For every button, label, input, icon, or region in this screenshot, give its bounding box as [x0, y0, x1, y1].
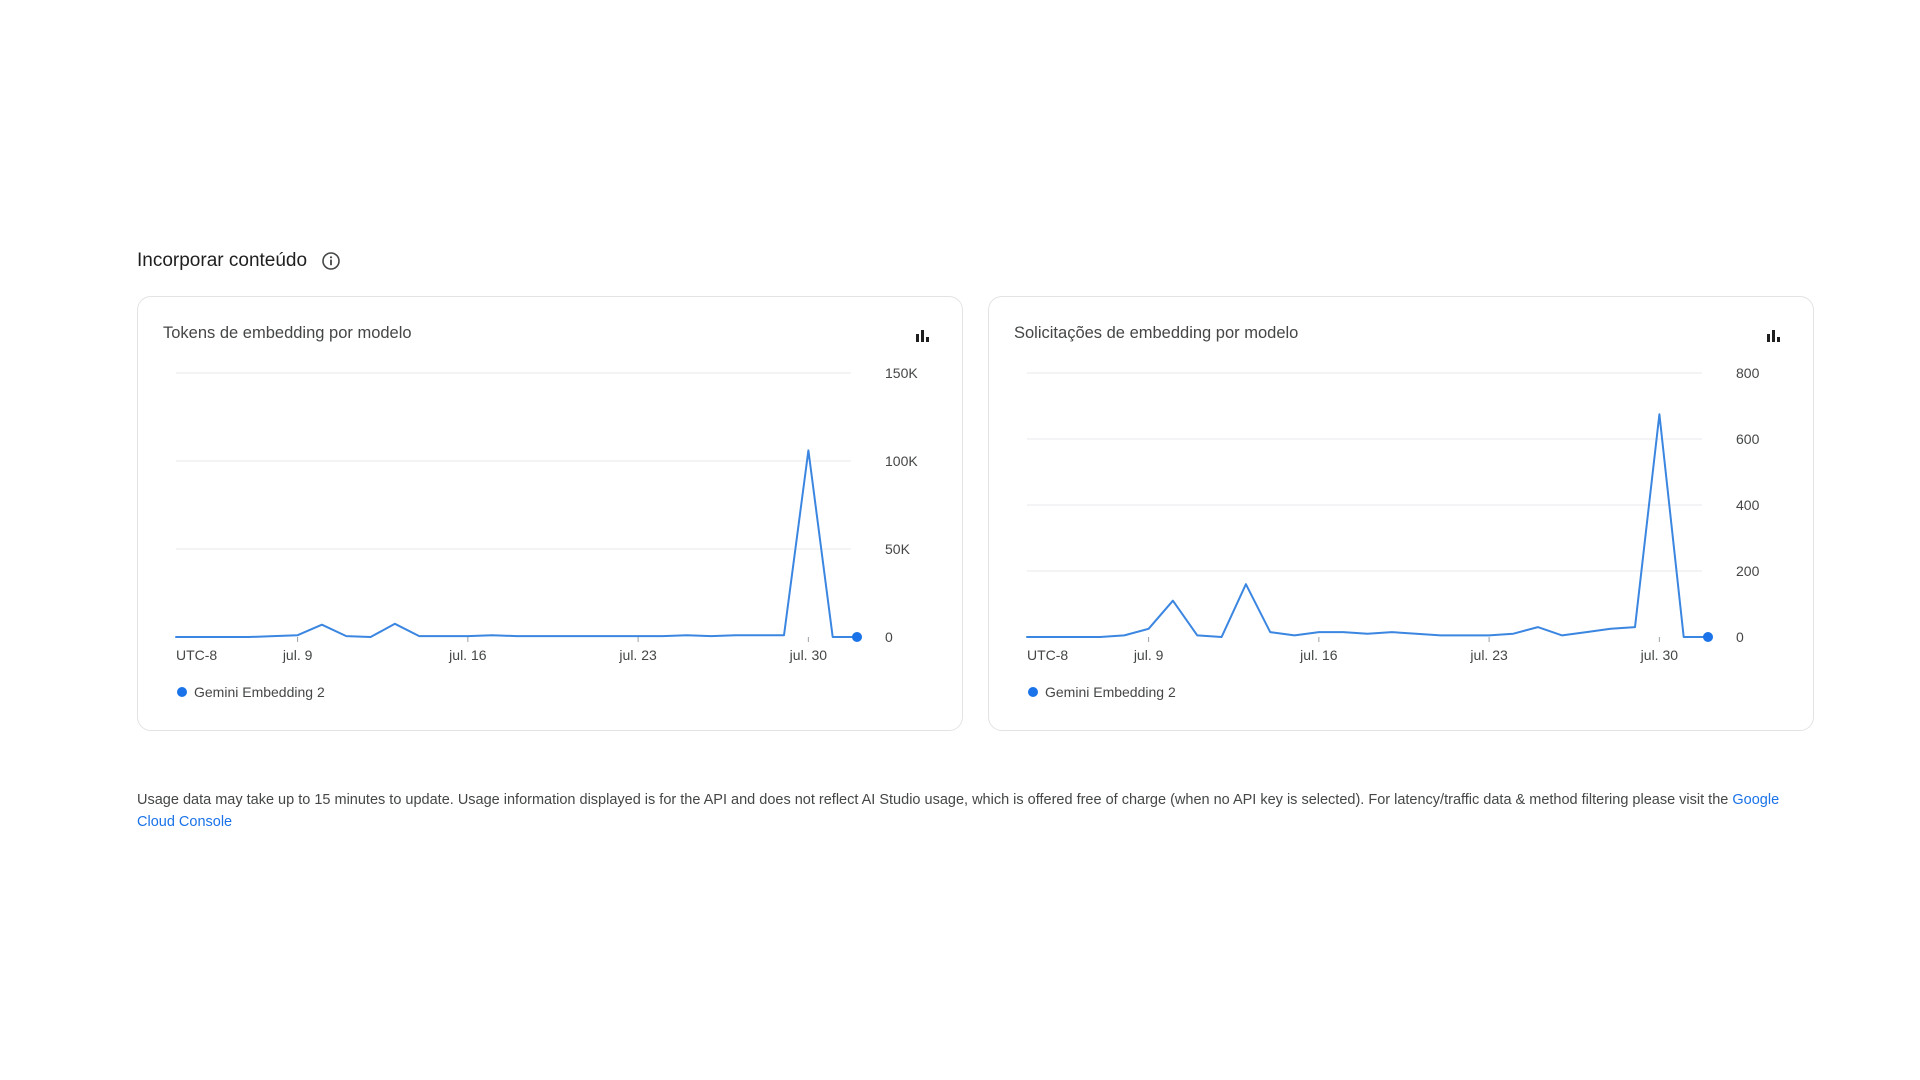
usage-footnote: Usage data may take up to 15 minutes to … — [137, 789, 1817, 833]
section-title: Incorporar conteúdo — [137, 250, 308, 271]
last-point-marker — [1703, 632, 1713, 642]
x-tick-label: jul. 23 — [1469, 647, 1508, 663]
series-line — [175, 449, 858, 638]
legend-label: Gemini Embedding 2 — [1045, 684, 1176, 700]
timezone-label: UTC-8 — [1027, 647, 1068, 663]
y-tick-label: 0 — [1736, 629, 1744, 645]
x-tick-label: jul. 9 — [1133, 647, 1164, 663]
x-tick-label: jul. 30 — [1640, 647, 1679, 663]
tokens-line-chart: 0 50K 100K 150K UTC-8 jul. 9 jul. 16 jul. 23 jul… — [175, 365, 918, 663]
tokens-chart-card: Tokens de embedding por modelo 0 50K 100K 1… — [137, 296, 963, 731]
last-point-marker — [852, 632, 862, 642]
x-tick-label: jul. 30 — [789, 647, 828, 663]
x-tick-label: jul. 16 — [1299, 647, 1338, 663]
section-header: Incorporar conteúdo — [137, 250, 341, 272]
chart-legend[interactable]: Gemini Embedding 2 — [1028, 684, 1176, 700]
y-tick-label: 150K — [885, 365, 918, 381]
y-tick-label: 50K — [885, 541, 911, 557]
usage-page: Incorporar conteúdo Tokens de embedding … — [0, 0, 1920, 1080]
timezone-label: UTC-8 — [176, 647, 217, 663]
y-tick-label: 800 — [1736, 365, 1760, 381]
y-tick-label: 0 — [885, 629, 893, 645]
info-circle-icon-graphic — [322, 252, 340, 270]
requests-line-chart: 0 200 400 600 800 UTC-8 jul. 9 jul. 16 jul. 23 ju… — [1026, 365, 1760, 663]
y-tick-label: 600 — [1736, 431, 1760, 447]
y-tick-label: 200 — [1736, 563, 1760, 579]
chart-legend[interactable]: Gemini Embedding 2 — [177, 684, 325, 700]
footnote-text: Usage data may take up to 15 minutes to … — [137, 792, 1733, 808]
info-circle-icon[interactable] — [321, 251, 341, 271]
legend-label: Gemini Embedding 2 — [194, 684, 325, 700]
y-tick-label: 100K — [885, 453, 918, 469]
requests-chart-card: Solicitações de embedding por modelo 0 20… — [988, 296, 1814, 731]
chart-cards: Tokens de embedding por modelo 0 50K 100K 1… — [137, 296, 1814, 731]
x-tick-label: jul. 9 — [282, 647, 313, 663]
legend-dot — [177, 687, 187, 697]
series-line — [1026, 413, 1709, 638]
legend-dot — [1028, 687, 1038, 697]
x-tick-label: jul. 23 — [618, 647, 657, 663]
y-tick-label: 400 — [1736, 497, 1760, 513]
x-tick-label: jul. 16 — [448, 647, 487, 663]
